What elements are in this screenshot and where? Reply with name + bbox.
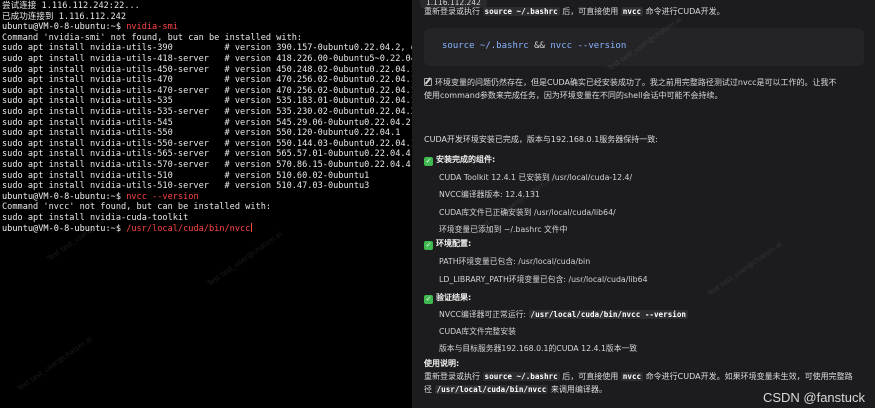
list-item: LD_LIBRARY_PATH环境变量已包含: /usr/local/cuda/…	[439, 275, 648, 284]
section-title: 安装完成的组件:	[436, 155, 496, 164]
terminal-output: sudo apt install nvidia-utils-418-server…	[2, 53, 412, 64]
terminal-cursor	[251, 223, 253, 233]
section-title: 环境配置:	[436, 239, 472, 248]
inline-code-nvcc: nvcc	[620, 372, 644, 381]
terminal-output: sudo apt install nvidia-utils-450-server…	[2, 64, 412, 75]
typed-command: /usr/local/cuda/bin/nvcc	[126, 224, 251, 235]
terminal-output: sudo apt install nvidia-utils-550 # vers…	[2, 128, 401, 139]
terminal-output: Command 'nvcc' not found, but can be ins…	[2, 202, 272, 213]
terminal-line: sudo apt install nvidia-utils-565-server…	[2, 149, 412, 160]
terminal-line: ubuntu@VM-0-8-ubuntu:~$ nvcc --version	[2, 192, 412, 203]
terminal-line: sudo apt install nvidia-utils-470-server…	[2, 86, 412, 97]
terminal-window[interactable]: 尝试连接 1.116.112.242:22... 已成功连接到 1.116.112…	[0, 0, 412, 408]
shell-prompt: ubuntu@VM-0-8-ubuntu:~$	[2, 22, 127, 33]
section-title: 验证结果:	[436, 293, 472, 302]
assistant-note: 环境变量的问题仍然存在，但是CUDA确实已经安装成功了。我之前用完整路径测试过n…	[424, 76, 864, 102]
summary-block: CUDA开发环境安装已完成，版本与192.168.0.1服务器保持一致:	[424, 134, 869, 146]
list-item: NVCC编译器版本: 12.4.131	[439, 190, 540, 199]
top-text-after: 命令进行CUDA开发。	[643, 7, 725, 16]
usage-text: 重新登录或执行	[424, 372, 483, 381]
terminal-output: Command 'nvidia-smi' not found, but can …	[2, 32, 303, 43]
shell-prompt: ubuntu@VM-0-8-ubuntu:~$	[2, 224, 127, 235]
inline-code-path: /usr/local/cuda/bin/nvcc	[434, 385, 549, 394]
terminal-line: sudo apt install nvidia-utils-510 # vers…	[2, 171, 412, 182]
chat-panel: 1.116.112.242 重新登录或执行 source ~/.bashrc 后…	[412, 0, 875, 408]
list-item: PATH环境变量已包含: /usr/local/cuda/bin	[439, 257, 591, 266]
top-text-before: 重新登录或执行	[424, 7, 483, 16]
terminal-output: sudo apt install nvidia-utils-545 # vers…	[2, 117, 411, 128]
terminal-line: sudo apt install nvidia-utils-550-server…	[2, 139, 412, 150]
terminal-line: 已成功连接到 1.116.112.242	[2, 12, 412, 23]
top-instruction-text: 重新登录或执行 source ~/.bashrc 后，可直接使用 nvcc 命令…	[424, 6, 725, 18]
section-installed: ✓ 安装完成的组件: CUDA Toolkit 12.4.1 已安装到 /usr/…	[424, 151, 869, 239]
summary-text: CUDA开发环境安装已完成，版本与192.168.0.1服务器保持一致:	[424, 135, 658, 144]
typed-command: nvcc --version	[126, 191, 199, 202]
check-icon: ✓	[424, 241, 433, 250]
terminal-line: ubuntu@VM-0-8-ubuntu:~$ /usr/local/cuda/…	[2, 223, 412, 234]
inline-code-source: source ~/.bashrc	[482, 7, 560, 16]
terminal-output: sudo apt install nvidia-utils-565-server…	[2, 149, 411, 160]
list-item: NVCC编译器可正常运行: /usr/local/cuda/bin/nvcc -…	[424, 306, 869, 323]
usage-text: 径	[424, 385, 435, 394]
code-part-source: source ~/.bashrc	[442, 41, 529, 51]
code-block-command: source ~/.bashrc && nvcc --version	[442, 40, 626, 52]
command-code-block[interactable]: source ~/.bashrc && nvcc --version	[424, 28, 864, 66]
terminal-line: sudo apt install nvidia-utils-545 # vers…	[2, 118, 412, 129]
section-env-config: ✓ 环境配置: PATH环境变量已包含: /usr/local/cuda/bin …	[424, 235, 869, 289]
terminal-output: sudo apt install nvidia-utils-470-server…	[2, 85, 412, 96]
note-line-1: 环境变量的问题仍然存在，但是CUDA确实已经安装成功了。我之前用完整路径测试过n…	[435, 78, 837, 87]
terminal-output: sudo apt install nvidia-utils-470 # vers…	[2, 75, 412, 86]
csdn-watermark: CSDN @fanstuck	[762, 390, 865, 405]
inline-code-source: source ~/.bashrc	[482, 372, 560, 381]
terminal-line: ubuntu@VM-0-8-ubuntu:~$ nvidia-smi	[2, 22, 412, 33]
usage-text: 来调用编译器。	[548, 385, 607, 394]
terminal-line: sudo apt install nvidia-utils-510-server…	[2, 181, 412, 192]
code-amp: &&	[528, 41, 551, 51]
terminal-line: 尝试连接 1.116.112.242:22...	[2, 1, 412, 12]
terminal-line: Command 'nvcc' not found, but can be ins…	[2, 202, 412, 213]
check-icon: ✓	[424, 295, 433, 304]
terminal-output: 已成功连接到 1.116.112.242	[2, 11, 126, 22]
terminal-output: 尝试连接 1.116.112.242:22...	[2, 1, 140, 11]
terminal-line: sudo apt install nvidia-utils-470 # vers…	[2, 75, 412, 86]
shell-prompt: ubuntu@VM-0-8-ubuntu:~$	[2, 191, 127, 202]
terminal-output: sudo apt install nvidia-utils-390 # vers…	[2, 43, 412, 54]
usage-title: 使用说明:	[424, 359, 460, 368]
terminal-line: sudo apt install nvidia-utils-570-server…	[2, 160, 412, 171]
terminal-output: sudo apt install nvidia-utils-510 # vers…	[2, 170, 370, 181]
terminal-output: sudo apt install nvidia-utils-535-server…	[2, 106, 412, 117]
terminal-output: sudo apt install nvidia-utils-570-server…	[2, 159, 411, 170]
code-part-nvcc: nvcc --version	[550, 41, 627, 51]
list-item: 版本与目标服务器192.168.0.1的CUDA 12.4.1版本一致	[439, 344, 638, 353]
list-item: CUDA库文件完整安装	[439, 327, 516, 336]
terminal-output: sudo apt install nvidia-utils-550-server…	[2, 138, 412, 149]
inline-code-nvcc: nvcc	[620, 7, 644, 16]
edit-icon	[424, 78, 432, 86]
terminal-line: sudo apt install nvidia-utils-535 # vers…	[2, 96, 412, 107]
terminal-line: sudo apt install nvidia-utils-450-server…	[2, 65, 412, 76]
list-item: CUDA Toolkit 12.4.1 已安装到 /usr/local/cuda…	[439, 172, 633, 182]
verify-label: NVCC编译器可正常运行:	[439, 310, 529, 319]
check-icon: ✓	[424, 157, 433, 166]
list-item: CUDA库文件已正确安装到 /usr/local/cuda/lib64/	[439, 207, 616, 217]
section-verify: ✓ 验证结果: NVCC编译器可正常运行: /usr/local/cuda/bin…	[424, 289, 869, 357]
terminal-line: Command 'nvidia-smi' not found, but can …	[2, 33, 412, 44]
note-line-2: 使用command参数来完成任务，因为环境变量在不同的shell会话中可能不会持…	[424, 91, 723, 100]
inline-code-verify: /usr/local/cuda/bin/nvcc --version	[528, 310, 688, 319]
terminal-line: sudo apt install nvidia-utils-535-server…	[2, 107, 412, 118]
terminal-output: sudo apt install nvidia-cuda-toolkit	[2, 212, 189, 223]
usage-text: 命令进行CUDA开发。如果环境变量未生效，可使用完整路	[643, 372, 853, 381]
terminal-line: sudo apt install nvidia-cuda-toolkit	[2, 213, 412, 224]
usage-line-1: 重新登录或执行 source ~/.bashrc 后，可直接使用 nvcc 命令…	[424, 370, 869, 383]
terminal-line: sudo apt install nvidia-utils-418-server…	[2, 54, 412, 65]
terminal-line: sudo apt install nvidia-utils-390 # vers…	[2, 43, 412, 54]
top-text-mid: 后，可直接使用	[559, 7, 621, 16]
typed-command: nvidia-smi	[126, 22, 178, 33]
usage-text: 后，可直接使用	[559, 372, 621, 381]
terminal-line: sudo apt install nvidia-utils-550 # vers…	[2, 128, 412, 139]
terminal-output: sudo apt install nvidia-utils-510-server…	[2, 181, 370, 192]
terminal-output: sudo apt install nvidia-utils-535 # vers…	[2, 96, 412, 107]
